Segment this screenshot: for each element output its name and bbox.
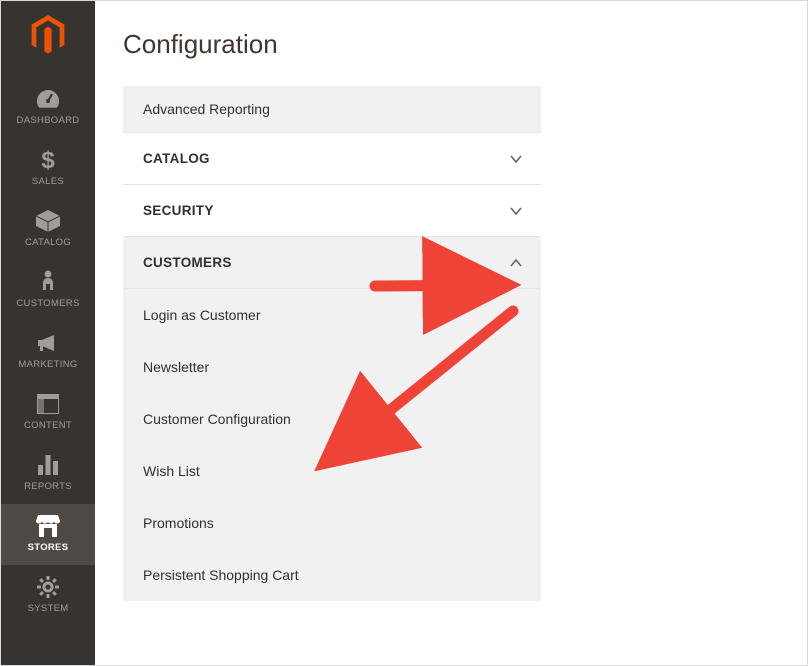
chevron-down-icon <box>509 204 523 218</box>
section-header-catalog[interactable]: CATALOG <box>123 132 541 184</box>
sidebar-item-label: SYSTEM <box>28 603 69 614</box>
sidebar-item-label: CUSTOMERS <box>16 298 79 309</box>
admin-sidebar: DASHBOARD $ SALES CATALOG CUSTOMERS MARK… <box>1 1 95 665</box>
section-item-advanced-reporting[interactable]: Advanced Reporting <box>123 86 541 132</box>
svg-text:$: $ <box>41 147 55 173</box>
sidebar-item-dashboard[interactable]: DASHBOARD <box>1 77 95 138</box>
chevron-up-icon <box>509 256 523 270</box>
submenu-promotions[interactable]: Promotions <box>123 497 541 549</box>
sidebar-item-label: SALES <box>32 176 64 187</box>
chevron-down-icon <box>509 152 523 166</box>
sidebar-item-stores[interactable]: STORES <box>1 504 95 565</box>
box-icon <box>36 209 60 233</box>
sidebar-item-label: DASHBOARD <box>17 115 80 126</box>
megaphone-icon <box>36 331 60 355</box>
magento-logo-icon[interactable] <box>28 15 68 55</box>
layout-icon <box>37 392 59 416</box>
submenu-wish-list[interactable]: Wish List <box>123 445 541 497</box>
submenu-customer-configuration[interactable]: Customer Configuration <box>123 393 541 445</box>
page-title: Configuration <box>95 1 807 86</box>
customers-submenu: Login as Customer Newsletter Customer Co… <box>123 289 541 601</box>
gear-icon <box>37 575 59 599</box>
sidebar-item-label: CONTENT <box>24 420 72 431</box>
sidebar-item-label: STORES <box>28 542 69 553</box>
section-header-security[interactable]: SECURITY <box>123 184 541 236</box>
submenu-persistent-shopping-cart[interactable]: Persistent Shopping Cart <box>123 549 541 601</box>
gauge-icon <box>35 87 61 111</box>
storefront-icon <box>36 514 60 538</box>
sidebar-item-customers[interactable]: CUSTOMERS <box>1 260 95 321</box>
config-panel: Advanced Reporting CATALOG SECURITY CUST… <box>123 86 541 601</box>
dollar-icon: $ <box>39 148 57 172</box>
sidebar-item-label: MARKETING <box>18 359 77 370</box>
section-header-customers[interactable]: CUSTOMERS <box>123 236 541 289</box>
sidebar-item-label: REPORTS <box>24 481 72 492</box>
main-content: Configuration Advanced Reporting CATALOG… <box>95 1 807 665</box>
submenu-login-as-customer[interactable]: Login as Customer <box>123 289 541 341</box>
section-title: SECURITY <box>143 203 214 218</box>
person-icon <box>41 270 55 294</box>
submenu-newsletter[interactable]: Newsletter <box>123 341 541 393</box>
sidebar-item-catalog[interactable]: CATALOG <box>1 199 95 260</box>
section-title: CUSTOMERS <box>143 255 232 270</box>
section-title: CATALOG <box>143 151 210 166</box>
bars-icon <box>37 453 59 477</box>
sidebar-item-reports[interactable]: REPORTS <box>1 443 95 504</box>
sidebar-item-label: CATALOG <box>25 237 71 248</box>
sidebar-item-system[interactable]: SYSTEM <box>1 565 95 626</box>
sidebar-item-marketing[interactable]: MARKETING <box>1 321 95 382</box>
sidebar-item-content[interactable]: CONTENT <box>1 382 95 443</box>
sidebar-item-sales[interactable]: $ SALES <box>1 138 95 199</box>
